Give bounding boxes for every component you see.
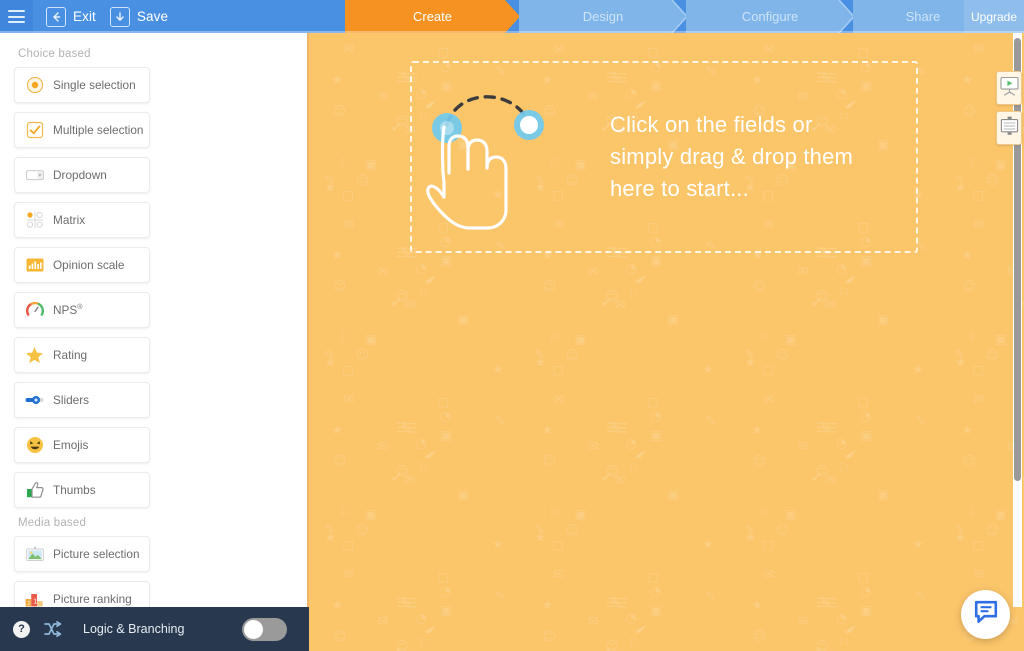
toolbar-actions: Exit Save — [33, 0, 168, 33]
back-arrow-icon — [46, 6, 66, 27]
dropzone[interactable]: Click on the fields or simply drag & dro… — [410, 61, 918, 253]
field-multiple-selection[interactable]: Multiple selection — [14, 112, 150, 148]
chat-bubble-icon — [973, 599, 999, 630]
field-picture-ranking[interactable]: 21 Picture ranking — [14, 581, 150, 607]
field-label: Multiple selection — [53, 123, 144, 137]
field-nps[interactable]: NPS® — [14, 292, 150, 328]
survey-canvas[interactable]: Click on the fields or simply drag & dro… — [309, 33, 1024, 651]
dropzone-line-2: simply drag & drop them — [610, 144, 854, 169]
field-library-scroll[interactable]: Choice based Single selection Multiple s… — [0, 33, 299, 607]
chat-support-button[interactable] — [961, 590, 1010, 639]
matrix-grid-icon — [25, 211, 44, 230]
field-library-panel: Choice based Single selection Multiple s… — [0, 33, 309, 607]
wizard-step-label: Share — [905, 9, 941, 24]
canvas-side-buttons — [996, 71, 1022, 145]
field-label: Dropdown — [53, 168, 107, 182]
field-dropdown[interactable]: Dropdown — [14, 157, 150, 193]
field-label: NPS® — [53, 303, 83, 317]
wizard-steps: Create Design Configure Share — [345, 0, 1021, 33]
field-rating[interactable]: Rating — [14, 337, 150, 373]
download-arrow-icon — [109, 6, 130, 27]
field-label: Matrix — [53, 213, 86, 227]
nps-gauge-icon — [25, 301, 44, 320]
svg-text:2: 2 — [27, 601, 30, 607]
checkbox-icon — [25, 121, 44, 140]
field-matrix[interactable]: Matrix — [14, 202, 150, 238]
field-label: Emojis — [53, 438, 89, 452]
nps-superscript: ® — [77, 304, 83, 312]
survey-builder-app: Exit Save Create Design Configure Share … — [0, 0, 1024, 651]
field-label: Picture selection — [53, 547, 140, 561]
field-picture-selection[interactable]: Picture selection — [14, 536, 150, 572]
logic-branching-label: Logic & Branching — [83, 622, 185, 636]
upgrade-button[interactable]: Upgrade — [964, 0, 1024, 33]
wizard-step-create[interactable]: Create — [345, 0, 520, 33]
image-icon — [25, 545, 44, 564]
field-label: Rating — [53, 348, 88, 362]
wizard-step-configure[interactable]: Configure — [686, 0, 854, 33]
thumbs-up-icon — [25, 481, 44, 500]
upgrade-label: Upgrade — [970, 9, 1018, 24]
logic-branching-toggle[interactable] — [242, 617, 287, 641]
field-group-media-based: Picture selection 21 Picture ranking Fil… — [0, 536, 299, 607]
pages-button[interactable] — [996, 111, 1022, 145]
field-label: Sliders — [53, 393, 90, 407]
field-sliders[interactable]: Sliders — [14, 382, 150, 418]
question-mark-icon[interactable]: ? — [13, 620, 30, 638]
field-emojis[interactable]: Emojis — [14, 427, 150, 463]
dropzone-text: Click on the fields or simply drag & dro… — [610, 109, 853, 205]
logic-branching-bar: ? Logic & Branching — [0, 607, 309, 651]
field-label: Picture ranking — [53, 592, 132, 606]
field-thumbs[interactable]: Thumbs — [14, 472, 150, 508]
branching-shuffle-icon[interactable] — [44, 621, 66, 637]
star-icon — [25, 346, 44, 365]
hamburger-menu-button[interactable] — [0, 0, 33, 33]
podium-ranking-icon: 21 — [25, 590, 44, 608]
smiley-icon — [25, 436, 44, 455]
dropzone-line-1: Click on the fields or — [610, 112, 813, 137]
exit-button[interactable]: Exit — [46, 6, 96, 27]
preview-button[interactable] — [996, 71, 1022, 105]
preview-presentation-icon — [999, 76, 1019, 101]
svg-text:1: 1 — [33, 598, 37, 605]
field-opinion-scale[interactable]: Opinion scale — [14, 247, 150, 283]
dropzone-line-3: here to start... — [610, 176, 749, 201]
toggle-knob — [244, 619, 263, 639]
topbar-underline — [0, 31, 1024, 33]
save-label: Save — [136, 9, 169, 24]
dropdown-select-icon — [25, 166, 44, 185]
field-group-choice-based: Single selection Multiple selection Drop… — [0, 67, 299, 508]
help-label: ? — [18, 623, 25, 635]
top-toolbar: Exit Save Create Design Configure Share … — [0, 0, 1024, 33]
field-label: Single selection — [53, 78, 136, 92]
save-button[interactable]: Save — [109, 6, 169, 27]
group-title-choice-based: Choice based — [18, 48, 91, 60]
field-label: Thumbs — [53, 483, 96, 497]
panel-divider — [307, 33, 309, 607]
wizard-step-label: Design — [582, 9, 624, 24]
wizard-step-design[interactable]: Design — [519, 0, 687, 33]
slider-icon — [25, 391, 44, 410]
bar-scale-icon — [25, 256, 44, 275]
group-title-media-based: Media based — [18, 517, 87, 529]
field-label: Opinion scale — [53, 258, 125, 272]
radio-button-icon — [25, 76, 44, 95]
field-single-selection[interactable]: Single selection — [14, 67, 150, 103]
wizard-step-label: Configure — [741, 9, 799, 24]
exit-label: Exit — [73, 9, 96, 24]
form-pages-icon — [1000, 116, 1019, 141]
wizard-step-label: Create — [412, 9, 453, 24]
hamburger-icon — [8, 10, 25, 23]
pointing-hand-icon — [414, 65, 604, 250]
